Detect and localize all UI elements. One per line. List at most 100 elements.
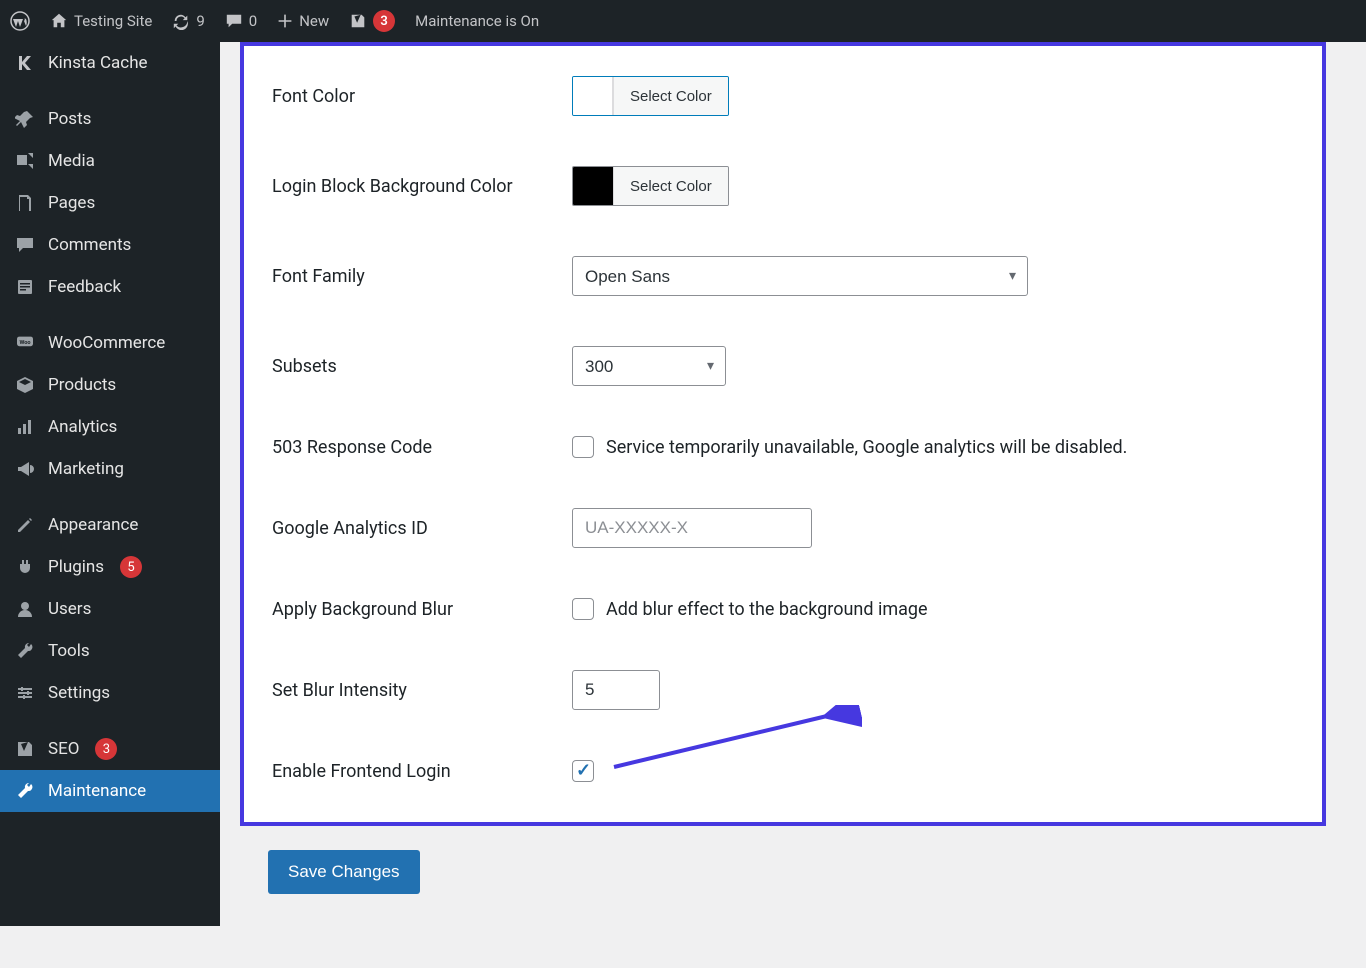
sidebar-item-marketing[interactable]: Marketing bbox=[0, 448, 220, 490]
sidebar-item-analytics[interactable]: Analytics bbox=[0, 406, 220, 448]
appearance-icon bbox=[14, 514, 36, 536]
sidebar-item-tools[interactable]: Tools bbox=[0, 630, 220, 672]
yoast-icon bbox=[349, 12, 367, 30]
ga-id-input[interactable] bbox=[572, 508, 812, 548]
color-picker-login-bg[interactable]: Select Color bbox=[572, 166, 729, 206]
settings-panel: Font Color Select Color Login Block Back… bbox=[240, 42, 1326, 826]
main-content: Font Color Select Color Login Block Back… bbox=[220, 42, 1366, 934]
plugins-badge: 5 bbox=[120, 556, 142, 578]
updates-link[interactable]: 9 bbox=[162, 0, 214, 42]
sidebar-item-kinsta[interactable]: Kinsta Cache bbox=[0, 42, 220, 84]
comments-count: 0 bbox=[249, 12, 257, 30]
label-ga-id: Google Analytics ID bbox=[272, 518, 572, 539]
sidebar-item-maintenance[interactable]: Maintenance bbox=[0, 770, 220, 812]
site-link[interactable]: Testing Site bbox=[40, 0, 162, 42]
frontend-login-checkbox[interactable] bbox=[572, 760, 594, 782]
pin-icon bbox=[14, 108, 36, 130]
users-icon bbox=[14, 598, 36, 620]
save-changes-button[interactable]: Save Changes bbox=[268, 850, 420, 894]
response-code-desc: Service temporarily unavailable, Google … bbox=[606, 437, 1127, 458]
sidebar-item-plugins[interactable]: Plugins 5 bbox=[0, 546, 220, 588]
home-icon bbox=[50, 12, 68, 30]
label-response-code: 503 Response Code bbox=[272, 437, 572, 458]
bg-blur-desc: Add blur effect to the background image bbox=[606, 599, 928, 620]
sidebar-item-label: Kinsta Cache bbox=[48, 53, 148, 73]
yoast-badge: 3 bbox=[373, 10, 395, 32]
sidebar-item-label: WooCommerce bbox=[48, 333, 165, 353]
products-icon bbox=[14, 374, 36, 396]
select-color-button[interactable]: Select Color bbox=[613, 77, 728, 115]
sidebar-item-label: Maintenance bbox=[48, 781, 146, 801]
sidebar-item-settings[interactable]: Settings bbox=[0, 672, 220, 714]
yoast-icon bbox=[14, 738, 36, 760]
marketing-icon bbox=[14, 458, 36, 480]
sidebar-item-label: Media bbox=[48, 151, 95, 171]
color-picker-font[interactable]: Select Color bbox=[572, 76, 729, 116]
updates-count: 9 bbox=[196, 12, 204, 30]
sidebar-item-label: Comments bbox=[48, 235, 131, 255]
color-swatch bbox=[573, 167, 613, 205]
sidebar-item-users[interactable]: Users bbox=[0, 588, 220, 630]
bg-blur-checkbox[interactable] bbox=[572, 598, 594, 620]
feedback-icon bbox=[14, 276, 36, 298]
sidebar-item-feedback[interactable]: Feedback bbox=[0, 266, 220, 308]
sidebar-item-label: Feedback bbox=[48, 277, 121, 297]
sidebar-item-label: Tools bbox=[48, 641, 90, 661]
maintenance-notice[interactable]: Maintenance is On bbox=[405, 0, 549, 42]
response-code-checkbox[interactable] bbox=[572, 436, 594, 458]
sidebar-item-label: Plugins bbox=[48, 557, 104, 577]
row-response-code: 503 Response Code Service temporarily un… bbox=[272, 436, 1294, 458]
sidebar-item-label: Products bbox=[48, 375, 116, 395]
sidebar-item-label: Users bbox=[48, 599, 91, 619]
yoast-link[interactable]: 3 bbox=[339, 0, 405, 42]
sidebar-item-comments[interactable]: Comments bbox=[0, 224, 220, 266]
blur-intensity-input[interactable] bbox=[572, 670, 660, 710]
maintenance-label: Maintenance is On bbox=[415, 12, 539, 30]
font-family-select[interactable]: Open Sans bbox=[572, 256, 1028, 296]
settings-icon bbox=[14, 682, 36, 704]
label-font-family: Font Family bbox=[272, 266, 572, 287]
woo-icon: Woo bbox=[14, 332, 36, 354]
select-color-button[interactable]: Select Color bbox=[613, 167, 728, 205]
new-link[interactable]: New bbox=[267, 0, 339, 42]
sidebar-item-media[interactable]: Media bbox=[0, 140, 220, 182]
analytics-icon bbox=[14, 416, 36, 438]
row-blur-intensity: Set Blur Intensity bbox=[272, 670, 1294, 710]
comment-icon bbox=[14, 234, 36, 256]
plus-icon bbox=[277, 13, 293, 29]
label-font-color: Font Color bbox=[272, 86, 572, 107]
sidebar-item-products[interactable]: Products bbox=[0, 364, 220, 406]
row-bg-blur: Apply Background Blur Add blur effect to… bbox=[272, 598, 1294, 620]
page-icon bbox=[14, 192, 36, 214]
row-ga-id: Google Analytics ID bbox=[272, 508, 1294, 548]
sidebar-item-woocommerce[interactable]: Woo WooCommerce bbox=[0, 322, 220, 364]
sidebar-item-posts[interactable]: Posts bbox=[0, 98, 220, 140]
color-swatch bbox=[573, 77, 613, 115]
new-label: New bbox=[299, 12, 329, 30]
label-blur-intensity: Set Blur Intensity bbox=[272, 680, 572, 701]
sidebar-item-seo[interactable]: SEO 3 bbox=[0, 728, 220, 770]
row-font-family: Font Family Open Sans bbox=[272, 256, 1294, 296]
comment-icon bbox=[225, 12, 243, 30]
comments-link[interactable]: 0 bbox=[215, 0, 267, 42]
admin-bar: Testing Site 9 0 New 3 Maintenance is On bbox=[0, 0, 1366, 42]
sidebar-item-label: Appearance bbox=[48, 515, 138, 535]
plugins-icon bbox=[14, 556, 36, 578]
seo-badge: 3 bbox=[95, 738, 117, 760]
label-frontend-login: Enable Frontend Login bbox=[272, 761, 572, 782]
label-bg-blur: Apply Background Blur bbox=[272, 599, 572, 620]
admin-sidebar: Kinsta Cache Posts Media Pages Comments … bbox=[0, 42, 220, 926]
annotation-arrow bbox=[602, 705, 862, 785]
label-login-bg: Login Block Background Color bbox=[272, 176, 572, 197]
row-font-color: Font Color Select Color bbox=[272, 76, 1294, 116]
wp-logo[interactable] bbox=[0, 0, 40, 42]
sidebar-item-appearance[interactable]: Appearance bbox=[0, 504, 220, 546]
sidebar-item-pages[interactable]: Pages bbox=[0, 182, 220, 224]
media-icon bbox=[14, 150, 36, 172]
svg-text:Woo: Woo bbox=[19, 340, 30, 346]
label-subsets: Subsets bbox=[272, 356, 572, 377]
kinsta-icon bbox=[14, 52, 36, 74]
sidebar-item-label: Analytics bbox=[48, 417, 117, 437]
row-subsets: Subsets 300 bbox=[272, 346, 1294, 386]
subsets-select[interactable]: 300 bbox=[572, 346, 726, 386]
